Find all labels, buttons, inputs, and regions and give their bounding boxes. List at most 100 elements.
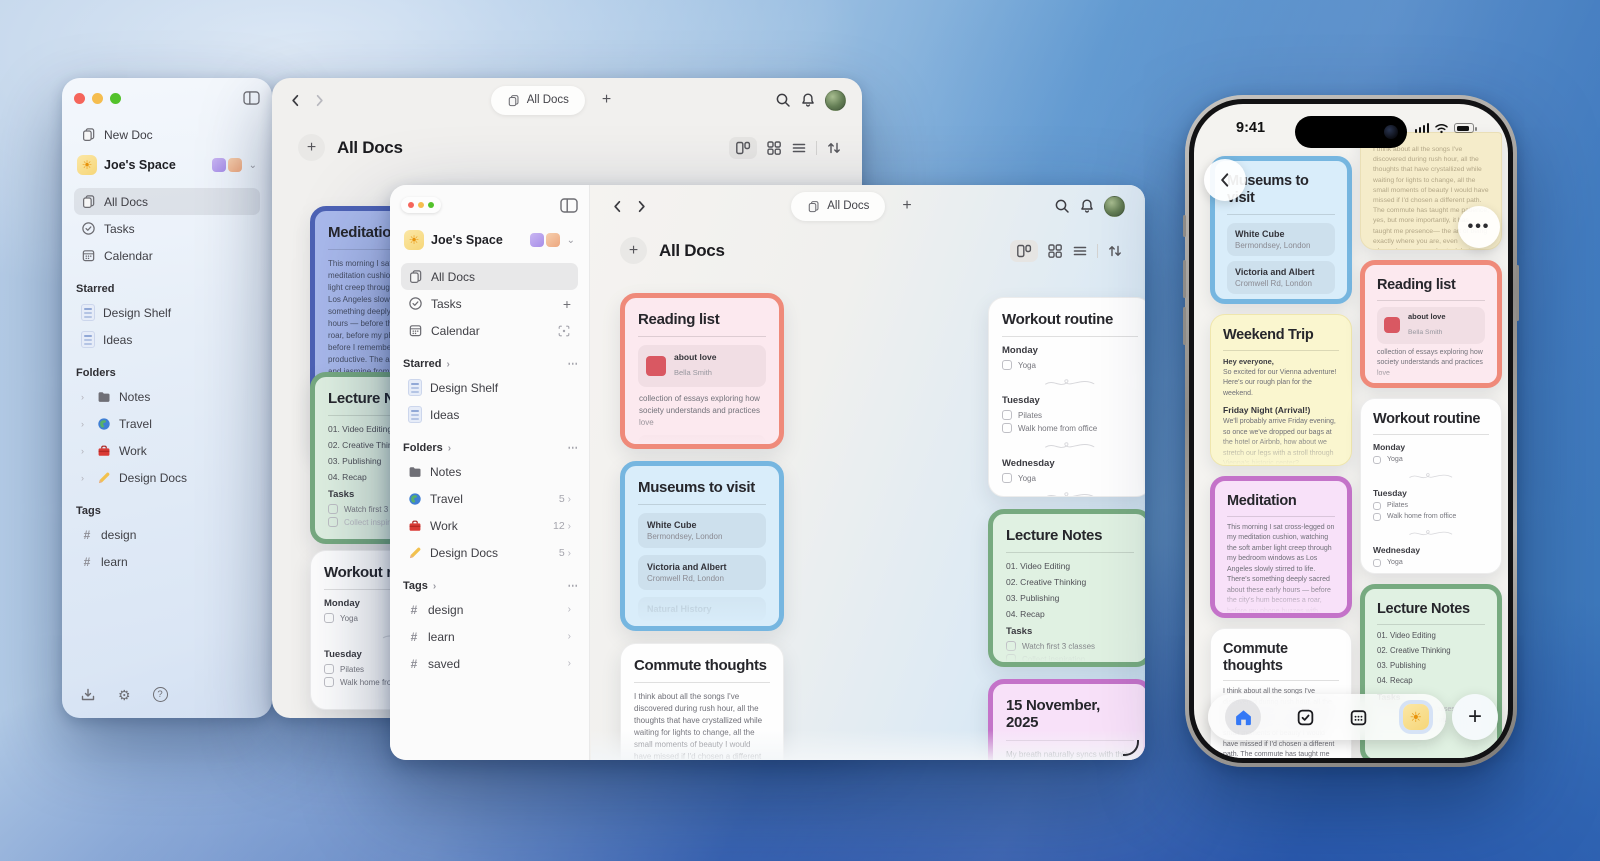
- checkbox[interactable]: [1006, 654, 1016, 664]
- chevron-right-icon[interactable]: ›: [81, 419, 89, 429]
- new-tab-button[interactable]: +: [902, 197, 911, 215]
- sidebar-item-all-docs[interactable]: All Docs: [74, 188, 260, 215]
- search-icon[interactable]: [1054, 198, 1070, 214]
- checkbox[interactable]: [1373, 513, 1381, 521]
- sidebar-folder-design-docs[interactable]: Design Docs 5 ›: [401, 539, 578, 566]
- folders-section-header[interactable]: Folders›⋯: [403, 442, 578, 454]
- bell-icon[interactable]: [1079, 198, 1095, 214]
- chevron-right-icon[interactable]: ›: [81, 446, 89, 456]
- sidebar-tag-design[interactable]: # design: [74, 521, 260, 548]
- search-icon[interactable]: [775, 92, 791, 108]
- user-avatar[interactable]: [1104, 196, 1125, 217]
- sidebar-item-design-shelf[interactable]: Design Shelf: [401, 374, 578, 401]
- more-icon[interactable]: ⋯: [568, 580, 579, 592]
- zoom-button[interactable]: [428, 202, 434, 208]
- sidebar-folder-notes[interactable]: › Notes: [74, 383, 260, 410]
- scan-icon[interactable]: [557, 324, 571, 338]
- sidebar-folder-notes[interactable]: Notes: [401, 458, 578, 485]
- checkbox[interactable]: [1002, 360, 1012, 370]
- sidebar-item-tasks[interactable]: Tasks +: [401, 290, 578, 317]
- checkbox[interactable]: [1373, 559, 1381, 567]
- view-list-button[interactable]: [1072, 243, 1088, 259]
- starred-section-header[interactable]: Starred›⋯: [403, 358, 578, 370]
- sidebar-item-tasks[interactable]: Tasks: [74, 215, 260, 242]
- tags-section-header[interactable]: Tags›⋯: [403, 580, 578, 592]
- sidebar-folder-travel[interactable]: › Travel: [74, 410, 260, 437]
- chevron-right-icon[interactable]: ›: [81, 473, 89, 483]
- checkbox[interactable]: [1002, 473, 1012, 483]
- checkbox[interactable]: [1373, 456, 1381, 464]
- book-entry[interactable]: about loveBella Smith: [638, 345, 766, 387]
- minimize-button[interactable]: [418, 202, 424, 208]
- tab-workspace[interactable]: ☀: [1403, 704, 1429, 730]
- museum-entry[interactable]: Natural History: [638, 597, 766, 621]
- add-doc-button[interactable]: +: [298, 134, 325, 161]
- checkbox[interactable]: [1002, 410, 1012, 420]
- back-icon[interactable]: [288, 93, 303, 108]
- import-icon[interactable]: [80, 687, 96, 703]
- book-entry[interactable]: about loveBella Smith: [1377, 307, 1485, 344]
- new-note-fab[interactable]: +: [1452, 694, 1498, 740]
- card-workout-routine[interactable]: Workout routine Monday Yoga Tuesday Pila…: [988, 297, 1145, 497]
- checkbox[interactable]: [328, 517, 338, 527]
- minimize-button[interactable]: [92, 93, 103, 104]
- tab-all-docs[interactable]: All Docs: [491, 86, 585, 115]
- book-entry[interactable]: Little ExperimentsLea Cullin: [638, 435, 766, 449]
- forward-icon[interactable]: [634, 199, 649, 214]
- traffic-lights[interactable]: [74, 93, 121, 104]
- checkbox[interactable]: [1006, 641, 1016, 651]
- sidebar-tag-learn[interactable]: # learn: [74, 548, 260, 575]
- sort-button[interactable]: [826, 140, 842, 156]
- more-button[interactable]: •••: [1458, 206, 1500, 248]
- checkbox[interactable]: [1002, 423, 1012, 433]
- sidebar-item-all-docs[interactable]: All Docs: [401, 263, 578, 290]
- add-task-button[interactable]: +: [563, 296, 571, 312]
- add-doc-button[interactable]: +: [620, 237, 647, 264]
- sidebar-item-calendar[interactable]: Calendar: [74, 242, 260, 269]
- more-icon[interactable]: ⋯: [568, 442, 579, 454]
- checkbox[interactable]: [1373, 502, 1381, 510]
- workspace-switcher[interactable]: ☀ Joe's Space ⌄: [401, 225, 578, 255]
- sidebar-folder-work[interactable]: Work 12 ›: [401, 512, 578, 539]
- card-workout-routine[interactable]: Workout routine Monday Yoga Tuesday Pila…: [1360, 398, 1502, 574]
- museum-entry[interactable]: Victoria and AlbertCromwell Rd, London: [638, 555, 766, 590]
- new-tab-button[interactable]: +: [602, 91, 611, 109]
- tab-calendar[interactable]: [1349, 708, 1368, 727]
- view-list-button[interactable]: [791, 140, 807, 156]
- workspace-switcher[interactable]: ☀ Joe's Space ⌄: [74, 150, 260, 180]
- card-reading-list[interactable]: Reading list about loveBella Smith colle…: [620, 293, 784, 449]
- sidebar-tag-design[interactable]: # design›: [401, 596, 578, 623]
- checkbox[interactable]: [324, 664, 334, 674]
- card-reading-list[interactable]: Reading list about loveBella Smith colle…: [1360, 260, 1502, 388]
- sidebar-tag-saved[interactable]: # saved›: [401, 650, 578, 677]
- sidebar-item-calendar[interactable]: Calendar: [401, 317, 578, 344]
- view-board-button[interactable]: [729, 137, 757, 159]
- sidebar-tag-learn[interactable]: # learn›: [401, 623, 578, 650]
- sidebar-folder-work[interactable]: › Work: [74, 437, 260, 464]
- bell-icon[interactable]: [800, 92, 816, 108]
- museum-entry[interactable]: White CubeBermondsey, London: [638, 513, 766, 548]
- sidebar-folder-design-docs[interactable]: › Design Docs: [74, 464, 260, 491]
- sidebar-item-design-shelf[interactable]: Design Shelf: [74, 299, 260, 326]
- tab-all-docs[interactable]: All Docs: [791, 192, 885, 221]
- zoom-button[interactable]: [110, 93, 121, 104]
- checkbox[interactable]: [328, 504, 338, 514]
- sidebar-toggle-icon[interactable]: [243, 91, 260, 105]
- tab-tasks[interactable]: [1296, 708, 1315, 727]
- card-meditation[interactable]: Meditation This morning I sat cross-legg…: [1210, 476, 1352, 618]
- card-weekend-trip[interactable]: Weekend Trip Hey everyone, So excited fo…: [1210, 314, 1352, 466]
- card-museums[interactable]: Museums to visit White CubeBermondsey, L…: [620, 461, 784, 631]
- tab-home[interactable]: [1225, 699, 1261, 735]
- back-icon[interactable]: [610, 199, 625, 214]
- help-icon[interactable]: ?: [153, 687, 168, 702]
- card-lecture-notes[interactable]: Lecture Notes 01. Video Editing 02. Crea…: [988, 509, 1145, 667]
- sidebar-item-ideas[interactable]: Ideas: [401, 401, 578, 428]
- card-15-november[interactable]: 15 November, 2025 My breath naturally sy…: [988, 679, 1145, 760]
- view-grid-button[interactable]: [1047, 243, 1063, 259]
- chevron-right-icon[interactable]: ›: [81, 392, 89, 402]
- close-button[interactable]: [408, 202, 414, 208]
- new-doc-button[interactable]: New Doc: [74, 121, 260, 148]
- museum-entry[interactable]: Victoria and AlbertCromwell Rd, London: [1227, 261, 1335, 294]
- more-icon[interactable]: ⋯: [568, 358, 579, 370]
- sidebar-item-ideas[interactable]: Ideas: [74, 326, 260, 353]
